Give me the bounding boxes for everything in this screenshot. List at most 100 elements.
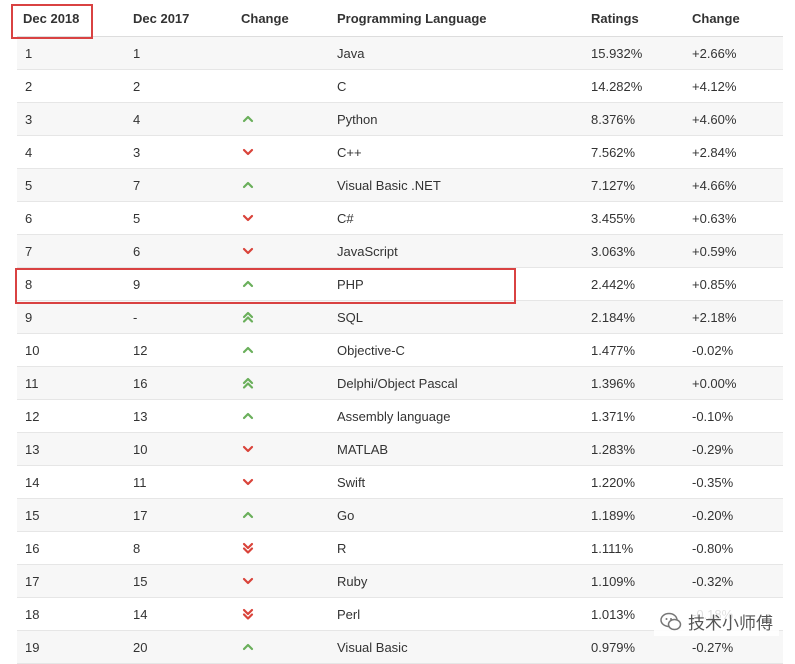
rank-2017: 5: [133, 210, 141, 226]
language-name: R: [337, 540, 347, 556]
rank-2017: 6: [133, 243, 141, 259]
rating-value: 15.932%: [591, 45, 643, 61]
chevron-down-icon: [241, 136, 255, 168]
rating-value: 1.189%: [591, 507, 636, 523]
language-name: Go: [337, 507, 355, 523]
watermark-text: 技术小师傅: [688, 614, 773, 634]
double-chevron-down-icon: [241, 598, 255, 630]
language-name: C++: [337, 144, 362, 160]
rank-2017: 8: [133, 540, 141, 556]
chevron-down-icon: [241, 565, 255, 597]
rank-2018: 8: [25, 276, 33, 292]
table-row[interactable]: 3 4 Python 8.376% +4.60%: [17, 103, 783, 136]
table-row[interactable]: 2 2 C 14.282% +4.12%: [17, 70, 783, 103]
table-row[interactable]: 9 - SQL 2.184% +2.18%: [17, 301, 783, 334]
language-name: Ruby: [337, 573, 368, 589]
chevron-down-icon: [241, 202, 255, 234]
rating-change: +4.12%: [692, 78, 737, 94]
rating-change: +2.18%: [692, 309, 737, 325]
rating-change: -0.35%: [692, 474, 734, 490]
chevron-up-icon: [241, 631, 255, 663]
table-row[interactable]: 5 7 Visual Basic .NET 7.127% +4.66%: [17, 169, 783, 202]
rank-2017: 9: [133, 276, 141, 292]
chevron-down-icon: [241, 433, 255, 465]
rating-change: +4.66%: [692, 177, 737, 193]
double-chevron-down-icon: [241, 532, 255, 564]
rank-2017: 7: [133, 177, 141, 193]
table-row[interactable]: 16 8 R 1.111% -0.80%: [17, 532, 783, 565]
rank-2018: 9: [25, 309, 33, 325]
language-name: Assembly language: [337, 408, 451, 424]
header-dec-2017[interactable]: Dec 2017: [133, 0, 189, 36]
rating-change: -0.20%: [692, 507, 734, 523]
rating-value: 3.455%: [591, 210, 636, 226]
rating-value: 8.376%: [591, 111, 636, 127]
rank-2017: 14: [133, 606, 148, 622]
rating-value: 1.283%: [591, 441, 636, 457]
rating-value: 3.063%: [591, 243, 636, 259]
table-row[interactable]: 15 17 Go 1.189% -0.20%: [17, 499, 783, 532]
rank-2018: 13: [25, 441, 40, 457]
rating-change: +2.84%: [692, 144, 737, 160]
header-dec-2018[interactable]: Dec 2018: [23, 0, 79, 36]
rank-2017: 20: [133, 639, 148, 655]
rating-change: -0.80%: [692, 540, 734, 556]
chevron-up-icon: [241, 499, 255, 531]
table-row[interactable]: 12 13 Assembly language 1.371% -0.10%: [17, 400, 783, 433]
rating-value: 2.184%: [591, 309, 636, 325]
watermark: 技术小师傅: [654, 607, 779, 636]
table-row[interactable]: 14 11 Swift 1.220% -0.35%: [17, 466, 783, 499]
table-row[interactable]: 6 5 C# 3.455% +0.63%: [17, 202, 783, 235]
table-row[interactable]: 7 6 JavaScript 3.063% +0.59%: [17, 235, 783, 268]
table-row[interactable]: 17 15 Ruby 1.109% -0.32%: [17, 565, 783, 598]
chevron-up-icon: [241, 103, 255, 135]
rating-change: -0.32%: [692, 573, 734, 589]
language-name: Perl: [337, 606, 361, 622]
header-language[interactable]: Programming Language: [337, 0, 487, 36]
language-name: PHP: [337, 276, 364, 292]
rating-value: 1.109%: [591, 573, 636, 589]
rank-2018: 4: [25, 144, 33, 160]
rating-value: 14.282%: [591, 78, 643, 94]
rating-change: -0.10%: [692, 408, 734, 424]
table-row[interactable]: 10 12 Objective-C 1.477% -0.02%: [17, 334, 783, 367]
language-name: JavaScript: [337, 243, 398, 259]
rating-change: -0.02%: [692, 342, 734, 358]
table-row[interactable]: 4 3 C++ 7.562% +2.84%: [17, 136, 783, 169]
chevron-down-icon: [241, 466, 255, 498]
rank-2018: 15: [25, 507, 40, 523]
rank-2018: 19: [25, 639, 40, 655]
header-change[interactable]: Change: [241, 0, 289, 36]
rating-change: +4.60%: [692, 111, 737, 127]
language-name: C: [337, 78, 347, 94]
header-rating-change[interactable]: Change: [692, 0, 740, 36]
rank-2017: 17: [133, 507, 148, 523]
wechat-icon: [660, 612, 682, 630]
rank-2018: 10: [25, 342, 40, 358]
chevron-down-icon: [241, 235, 255, 267]
rank-2017: 10: [133, 441, 148, 457]
rank-2018: 12: [25, 408, 40, 424]
rank-2017: 13: [133, 408, 148, 424]
chevron-up-icon: [241, 268, 255, 300]
rank-2017: 3: [133, 144, 141, 160]
rank-2018: 5: [25, 177, 33, 193]
rank-2017: -: [133, 309, 138, 325]
rating-value: 1.013%: [591, 606, 636, 622]
rank-2018: 6: [25, 210, 33, 226]
rank-2017: 16: [133, 375, 148, 391]
rank-2017: 12: [133, 342, 148, 358]
table-row[interactable]: 1 1 Java 15.932% +2.66%: [17, 37, 783, 70]
language-name: Objective-C: [337, 342, 405, 358]
rating-value: 1.396%: [591, 375, 636, 391]
rank-2018: 11: [25, 375, 39, 391]
rank-2018: 18: [25, 606, 40, 622]
header-ratings[interactable]: Ratings: [591, 0, 639, 36]
rating-value: 2.442%: [591, 276, 636, 292]
language-name: Python: [337, 111, 378, 127]
language-name: C#: [337, 210, 354, 226]
table-row[interactable]: 11 16 Delphi/Object Pascal 1.396% +0.00%: [17, 367, 783, 400]
rating-value: 7.127%: [591, 177, 636, 193]
table-row[interactable]: 8 9 PHP 2.442% +0.85%: [17, 268, 783, 301]
table-row[interactable]: 13 10 MATLAB 1.283% -0.29%: [17, 433, 783, 466]
